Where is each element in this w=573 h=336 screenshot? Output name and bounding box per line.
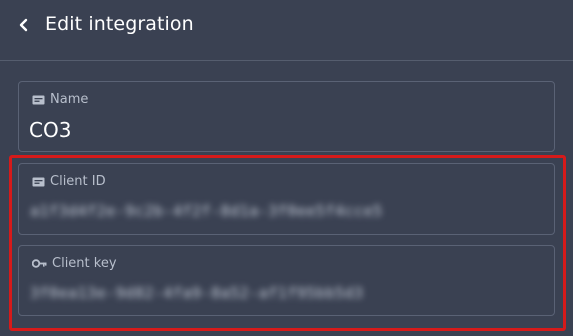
name-field[interactable]: Name CO3 [18, 81, 555, 152]
client-key-value: 3f0ea13e-9d82-4fa9-8a52-af1f95bb5d3 [30, 284, 364, 302]
client-key-field[interactable]: Client key 3f0ea13e-9d82-4fa9-8a52-af1f9… [18, 245, 555, 316]
client-id-field-label: Client ID [32, 174, 106, 189]
client-key-value-container[interactable]: 3f0ea13e-9d82-4fa9-8a52-af1f95bb5d3 [30, 283, 364, 303]
client-id-label-text: Client ID [50, 174, 106, 189]
name-label-text: Name [50, 92, 89, 107]
chevron-left-icon [19, 18, 28, 32]
id-card-icon [32, 177, 45, 186]
client-id-value-container[interactable]: a1f3d4f2e-9c2b-4f2f-8d1a-3f0ee5f4cce5 [30, 201, 383, 221]
page-title: Edit integration [45, 13, 194, 35]
key-icon [32, 259, 47, 268]
page-header: Edit integration [0, 0, 573, 52]
client-key-field-label: Client key [32, 256, 117, 271]
client-id-field[interactable]: Client ID a1f3d4f2e-9c2b-4f2f-8d1a-3f0ee… [18, 163, 555, 235]
client-id-value: a1f3d4f2e-9c2b-4f2f-8d1a-3f0ee5f4cce5 [30, 202, 383, 220]
id-card-icon [32, 95, 45, 104]
client-key-label-text: Client key [52, 256, 117, 271]
name-value[interactable]: CO3 [29, 118, 71, 142]
header-divider [0, 60, 573, 61]
back-button[interactable] [14, 15, 34, 35]
name-field-label: Name [32, 92, 88, 107]
